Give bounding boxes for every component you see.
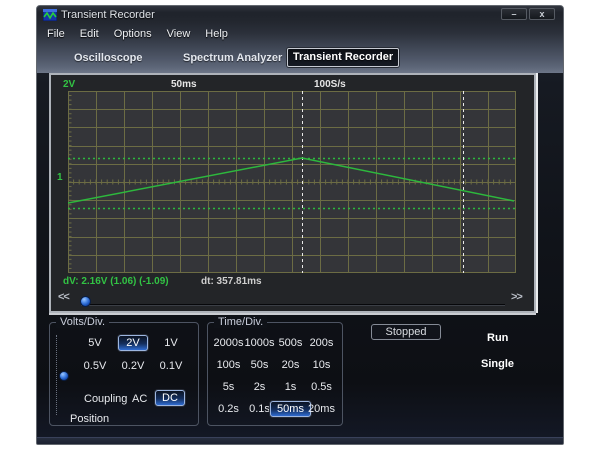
time-per-div-readout: 50ms [171, 79, 197, 90]
scope-scrollbar-track[interactable] [81, 304, 505, 306]
coupling-dc-button[interactable]: DC [155, 390, 185, 406]
coupling-label: Coupling [84, 393, 127, 405]
scroll-left-icon[interactable]: << [58, 291, 69, 303]
tab-spectrum-analyzer[interactable]: Spectrum Analyzer [183, 52, 282, 64]
title-bar[interactable]: Transient Recorder – x [37, 6, 563, 24]
tab-oscilloscope[interactable]: Oscilloscope [74, 52, 142, 64]
menu-view[interactable]: View [167, 28, 191, 40]
time-50s-button[interactable]: 50s [251, 359, 269, 371]
time-10s-button[interactable]: 10s [313, 359, 331, 371]
scope-plot-area[interactable] [68, 91, 516, 273]
volts-1v-button[interactable]: 1V [164, 337, 177, 349]
position-slider-thumb[interactable] [59, 371, 69, 381]
time-20ms-button[interactable]: 20ms [308, 403, 335, 415]
run-button[interactable]: Run [487, 332, 508, 344]
time-20s-button[interactable]: 20s [282, 359, 300, 371]
app-window: Transient Recorder – x File Edit Options… [36, 5, 564, 445]
time-0p5s-button[interactable]: 0.5s [311, 381, 332, 393]
time-200s-button[interactable]: 200s [310, 337, 334, 349]
tab-transient-recorder[interactable]: Transient Recorder [287, 48, 399, 67]
window-controls: – x [501, 8, 555, 20]
time-2000s-button[interactable]: 2000s [214, 337, 244, 349]
single-button[interactable]: Single [481, 358, 514, 370]
window-bottom-band [37, 437, 563, 444]
time-0p2s-button[interactable]: 0.2s [218, 403, 239, 415]
position-label: Position [70, 413, 109, 425]
time-50ms-button[interactable]: 50ms [270, 401, 311, 417]
time-div-buttons: 2000s 1000s 500s 200s 100s 50s 20s 10s 5… [213, 332, 337, 420]
menu-file[interactable]: File [47, 28, 65, 40]
dt-readout: dt: 357.81ms [201, 276, 262, 287]
scope-display-panel: 2V 50ms 100S/s 1 dV: 2.16V (1.06) (-1.09… [49, 73, 536, 313]
window-header: Transient Recorder – x File Edit Options… [37, 6, 563, 73]
time-div-legend: Time/Div. [214, 316, 267, 328]
volts-div-buttons: 5V 2V 1V 0.5V 0.2V 0.1V [76, 331, 190, 377]
menu-edit[interactable]: Edit [80, 28, 99, 40]
time-500s-button[interactable]: 500s [279, 337, 303, 349]
menu-help[interactable]: Help [205, 28, 228, 40]
y-axis-label: 1 [57, 172, 63, 183]
volts-0p1v-button[interactable]: 0.1V [160, 360, 183, 372]
volts-2v-button[interactable]: 2V [118, 335, 148, 351]
position-slider-track[interactable] [56, 335, 57, 415]
time-2s-button[interactable]: 2s [254, 381, 266, 393]
sample-rate-readout: 100S/s [314, 79, 346, 90]
volts-div-legend: Volts/Div. [56, 316, 109, 328]
volts-5v-button[interactable]: 5V [88, 337, 101, 349]
minimize-icon[interactable]: – [501, 8, 527, 20]
scope-scrollbar-thumb[interactable] [80, 296, 91, 307]
status-stopped-button[interactable]: Stopped [371, 324, 441, 340]
time-5s-button[interactable]: 5s [223, 381, 235, 393]
scroll-right-icon[interactable]: >> [511, 291, 522, 303]
close-icon[interactable]: x [529, 8, 555, 20]
menu-options[interactable]: Options [114, 28, 152, 40]
screen: Transient Recorder – x File Edit Options… [0, 0, 600, 450]
time-100s-button[interactable]: 100s [217, 359, 241, 371]
coupling-ac-button[interactable]: AC [132, 393, 147, 405]
scope-plot [68, 91, 516, 273]
tab-bar: Oscilloscope Spectrum Analyzer Transient… [37, 48, 563, 70]
volts-per-div-readout: 2V [63, 79, 75, 90]
volts-0p2v-button[interactable]: 0.2V [122, 360, 145, 372]
time-0p1s-button[interactable]: 0.1s [249, 403, 270, 415]
volts-0p5v-button[interactable]: 0.5V [84, 360, 107, 372]
volts-div-group: Volts/Div. 5V 2V 1V 0.5V 0.2V 0.1V Coupl… [49, 322, 199, 426]
dv-readout: dV: 2.16V (1.06) (-1.09) [63, 276, 169, 287]
time-1000s-button[interactable]: 1000s [245, 337, 275, 349]
menu-bar: File Edit Options View Help [47, 28, 228, 40]
app-icon [43, 9, 57, 21]
time-div-group: Time/Div. 2000s 1000s 500s 200s 100s 50s… [207, 322, 343, 426]
window-title: Transient Recorder [61, 9, 155, 21]
time-1s-button[interactable]: 1s [285, 381, 297, 393]
